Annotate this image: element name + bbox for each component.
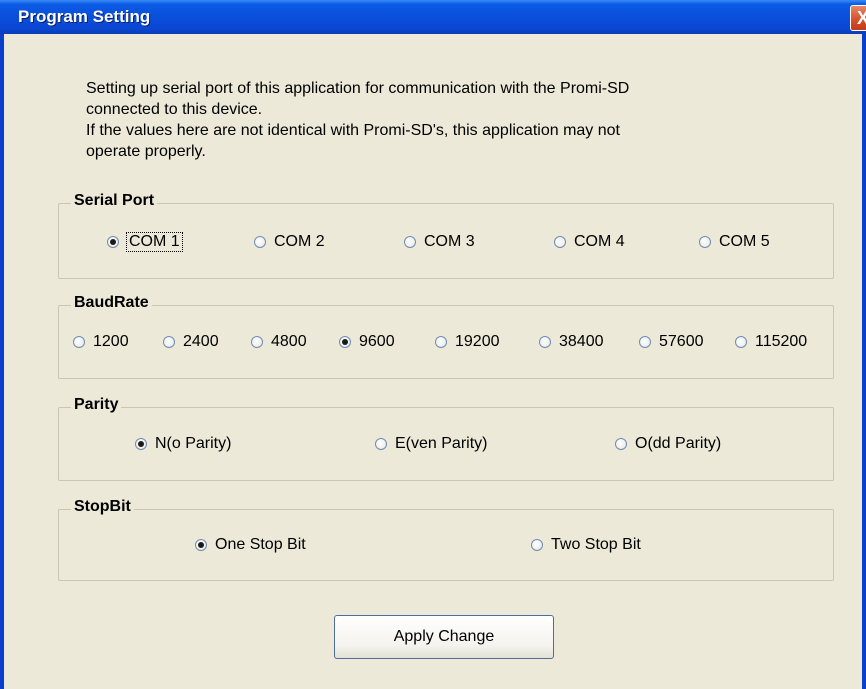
radio-icon[interactable] (251, 336, 263, 348)
group-label: StopBit (71, 498, 134, 516)
radio-baud-19200[interactable]: 19200 (435, 333, 500, 351)
radio-checked-icon[interactable] (339, 336, 351, 348)
radio-label: 2400 (183, 333, 219, 350)
group-label: BaudRate (71, 294, 152, 312)
radio-label: O(dd Parity) (635, 435, 722, 452)
serial-port-group: Serial Port COM 1 COM 2 COM 3 COM 4 COM … (58, 192, 834, 279)
radio-label: 115200 (755, 333, 808, 350)
group-label: Parity (71, 396, 122, 414)
baud-rate-group: BaudRate 1200 2400 4800 9600 19200 38400… (58, 294, 834, 379)
radio-icon[interactable] (615, 438, 627, 450)
radio-odd-parity[interactable]: O(dd Parity) (615, 435, 721, 453)
radio-icon[interactable] (531, 539, 543, 551)
radio-icon[interactable] (73, 336, 85, 348)
radio-checked-icon[interactable] (195, 539, 207, 551)
radio-com-4[interactable]: COM 4 (554, 233, 625, 251)
radio-com-1[interactable]: COM 1 (107, 232, 183, 252)
radio-com-2[interactable]: COM 2 (254, 233, 325, 251)
radio-baud-57600[interactable]: 57600 (639, 333, 704, 351)
radio-checked-icon[interactable] (107, 236, 119, 248)
radio-icon[interactable] (375, 438, 387, 450)
radio-label: 57600 (659, 333, 704, 350)
window-title: Program Setting (18, 7, 151, 26)
radio-label: 38400 (559, 333, 604, 350)
title-bar[interactable]: Program Setting X (0, 0, 866, 34)
radio-even-parity[interactable]: E(ven Parity) (375, 435, 487, 453)
radio-label: COM 2 (274, 233, 325, 250)
group-label: Serial Port (71, 192, 158, 210)
radio-baud-2400[interactable]: 2400 (163, 333, 219, 351)
radio-label: 19200 (455, 333, 500, 350)
radio-icon[interactable] (699, 236, 711, 248)
program-setting-dialog: Program Setting X Setting up serial port… (0, 0, 866, 689)
description-line: operate properly. (86, 143, 206, 160)
radio-icon[interactable] (404, 236, 416, 248)
close-icon[interactable]: X (850, 5, 866, 31)
radio-label: COM 3 (424, 233, 475, 250)
radio-label: COM 5 (719, 233, 770, 250)
radio-icon[interactable] (435, 336, 447, 348)
radio-label: 4800 (271, 333, 307, 350)
radio-label: COM 4 (574, 233, 625, 250)
description-text: Setting up serial port of this applicati… (86, 78, 826, 162)
radio-icon[interactable] (554, 236, 566, 248)
radio-one-stop-bit[interactable]: One Stop Bit (195, 536, 306, 554)
radio-icon[interactable] (539, 336, 551, 348)
radio-baud-38400[interactable]: 38400 (539, 333, 604, 351)
radio-baud-9600[interactable]: 9600 (339, 333, 395, 351)
radio-label: E(ven Parity) (395, 435, 488, 452)
radio-label: 9600 (359, 333, 395, 350)
radio-label: One Stop Bit (215, 536, 306, 553)
radio-icon[interactable] (639, 336, 651, 348)
radio-icon[interactable] (735, 336, 747, 348)
radio-label: 1200 (93, 333, 129, 350)
radio-baud-1200[interactable]: 1200 (73, 333, 129, 351)
radio-com-5[interactable]: COM 5 (699, 233, 770, 251)
description-line: connected to this device. (86, 101, 263, 118)
radio-no-parity[interactable]: N(o Parity) (135, 435, 231, 453)
parity-group: Parity N(o Parity) E(ven Parity) O(dd Pa… (58, 396, 834, 481)
radio-baud-115200[interactable]: 115200 (735, 333, 807, 351)
radio-label: Two Stop Bit (551, 536, 641, 553)
stop-bit-group: StopBit One Stop Bit Two Stop Bit (58, 498, 834, 581)
radio-label: COM 1 (126, 232, 183, 252)
radio-baud-4800[interactable]: 4800 (251, 333, 307, 351)
description-line: If the values here are not identical wit… (86, 122, 620, 139)
radio-two-stop-bit[interactable]: Two Stop Bit (531, 536, 641, 554)
radio-com-3[interactable]: COM 3 (404, 233, 475, 251)
apply-change-button[interactable]: Apply Change (334, 615, 554, 659)
radio-label: N(o Parity) (155, 435, 232, 452)
radio-checked-icon[interactable] (135, 438, 147, 450)
radio-icon[interactable] (163, 336, 175, 348)
description-line: Setting up serial port of this applicati… (86, 80, 630, 97)
radio-icon[interactable] (254, 236, 266, 248)
